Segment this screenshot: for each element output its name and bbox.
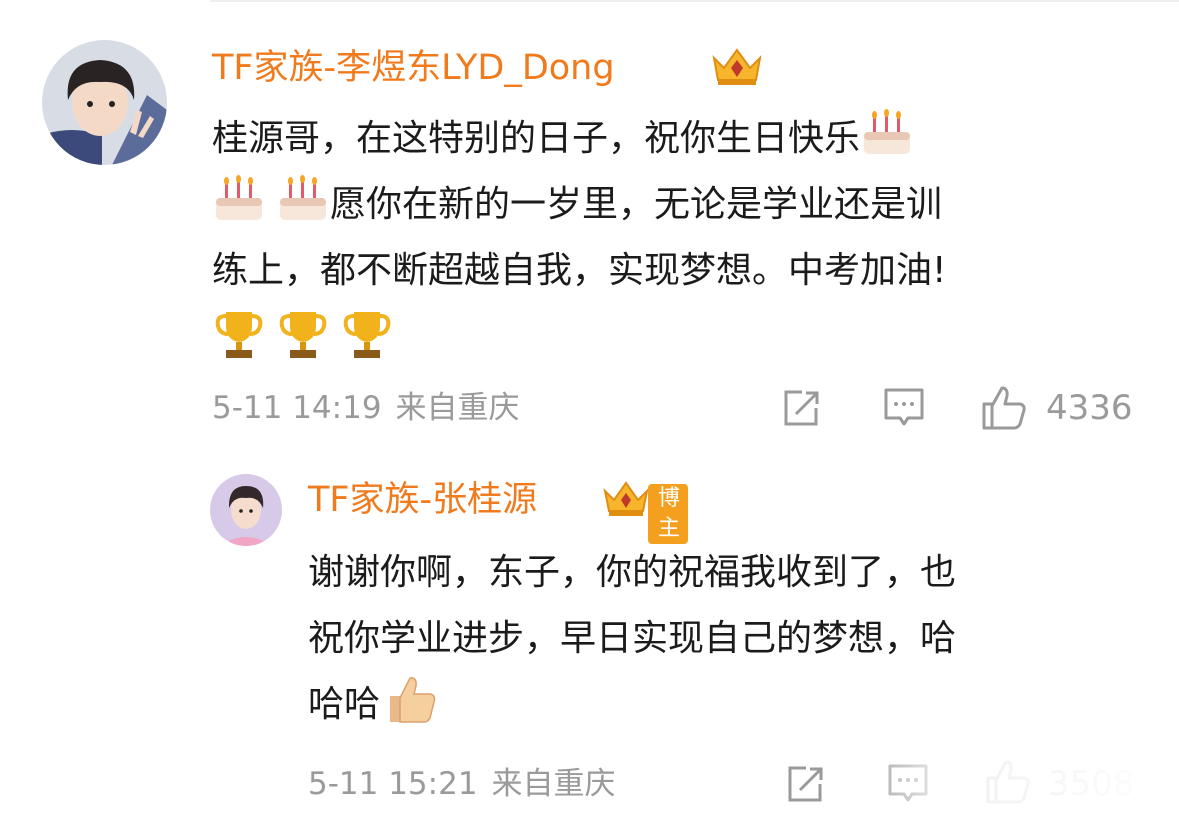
comment-line: 愿你在新的一岁里，无论是学业还是训 [330,184,943,225]
comment-text: 桂源哥，在这特别的日子，祝你生日快乐 愿你在新的一岁里，无论是学业还是训 练上，… [212,106,1112,374]
thumbs-up-emoji [384,672,438,726]
cake-emoji [212,172,266,226]
avatar[interactable] [42,40,167,165]
comment-meta: 5-11 14:19 来自重庆 [212,388,534,428]
trophy-emoji [340,308,394,362]
comment-icon[interactable] [882,386,926,434]
cake-emoji [860,106,914,160]
location: 来自重庆 [395,390,520,426]
reply-meta: 5-11 15:21 来自重庆 [308,764,630,804]
avatar[interactable] [210,474,282,546]
like-icon[interactable] [980,384,1028,436]
share-icon[interactable] [780,388,822,434]
username[interactable]: TF家族-李煜东LYD_Dong [212,46,615,90]
timestamp: 5-11 15:21 [308,766,478,802]
crown-icon [708,44,766,92]
like-count: 4336 [1046,388,1133,428]
reply-text: 谢谢你啊，东子，你的祝福我收到了，也 祝你学业进步，早日实现自己的梦想，哈 哈哈 [308,540,1128,738]
crown-icon [600,478,652,524]
trophy-emoji [276,308,330,362]
comment-line: 练上，都不断超越自我，实现梦想。中考加油! [212,250,947,291]
cake-emoji [276,172,330,226]
bottom-fade-overlay [850,760,1179,828]
divider [210,0,1179,2]
location: 来自重庆 [491,766,616,802]
author-badge: 博主 [648,484,689,544]
reply-line: 祝你学业进步，早日实现自己的梦想，哈 [308,618,957,659]
comment-line: 桂源哥，在这特别的日子，祝你生日快乐 [212,118,861,159]
reply-line: 谢谢你啊，东子，你的祝福我收到了，也 [308,552,957,593]
trophy-emoji [212,308,266,362]
timestamp: 5-11 14:19 [212,390,382,426]
username[interactable]: TF家族-张桂源 [308,478,537,522]
reply-line: 哈哈 [308,684,381,725]
share-icon[interactable] [784,764,826,810]
